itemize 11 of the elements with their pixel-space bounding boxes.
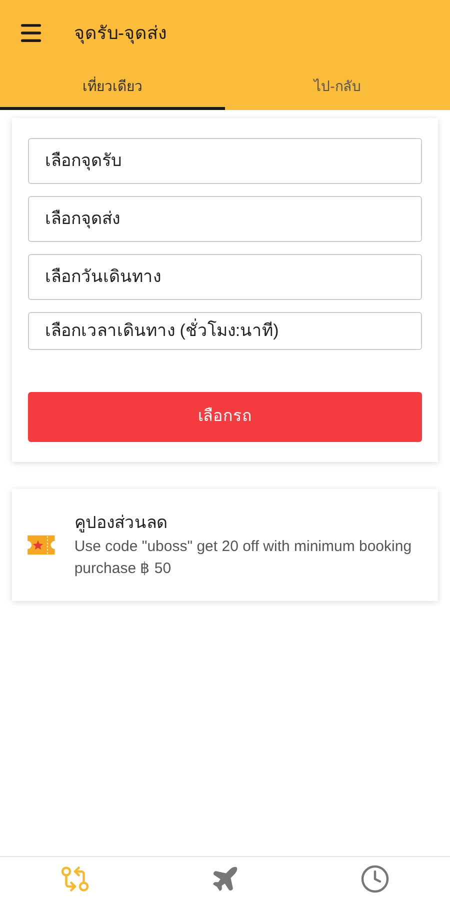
- tab[interactable]: เที่ยวเดียว: [0, 66, 225, 110]
- input-field[interactable]: เลือกเวลาเดินทาง (ชั่วโมง:นาที): [28, 312, 422, 350]
- select-vehicle-button[interactable]: เลือกรถ: [28, 392, 422, 442]
- input-field[interactable]: เลือกวันเดินทาง: [28, 254, 422, 300]
- tab[interactable]: ไป-กลับ: [225, 66, 450, 110]
- header-title: จุดรับ-จุดส่ง: [74, 22, 167, 46]
- clock-icon[interactable]: [360, 864, 390, 894]
- coupon-title: คูปองส่วนลด: [74, 512, 168, 534]
- input-field[interactable]: เลือกจุดรับ: [28, 138, 422, 184]
- coupon-description: Use code "uboss" get 20 off with minimum booking purchase ฿ 50: [74, 536, 413, 579]
- input-field[interactable]: เลือกจุดส่ง: [28, 196, 422, 242]
